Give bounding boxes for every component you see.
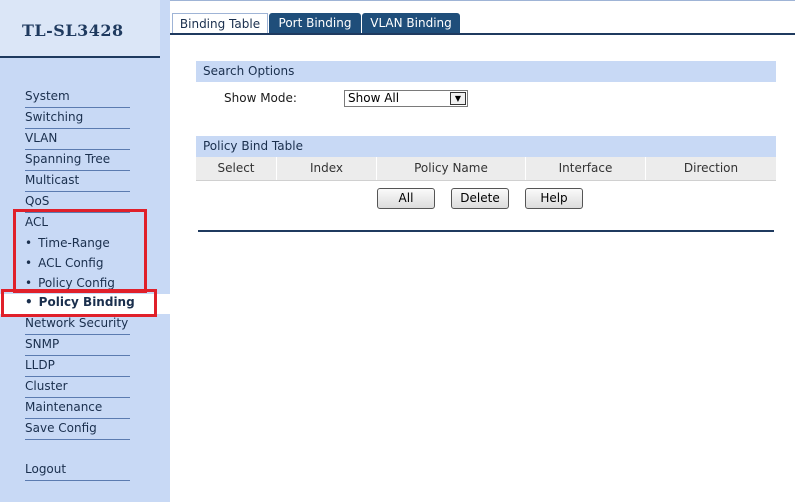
sidebar-item-acl[interactable]: ACL bbox=[25, 214, 130, 234]
table-header-row: Select Index Policy Name Interface Direc… bbox=[196, 157, 776, 181]
device-model-title: TL-SL3428 bbox=[22, 21, 124, 40]
logo-area: TL-SL3428 bbox=[0, 0, 160, 58]
tab-port-binding[interactable]: Port Binding bbox=[269, 13, 361, 34]
column-header-index: Index bbox=[277, 157, 377, 180]
sidebar-item-spanning-tree[interactable]: Spanning Tree bbox=[25, 151, 130, 171]
bullet-icon: • bbox=[25, 236, 33, 250]
sidebar-item-lldp[interactable]: LLDP bbox=[25, 357, 130, 377]
bullet-icon: • bbox=[25, 276, 33, 290]
sidebar-subitem-label: Time-Range bbox=[38, 236, 110, 250]
sidebar: TL-SL3428 System Switching VLAN Spanning… bbox=[0, 0, 170, 502]
tabbar-rule bbox=[170, 33, 795, 35]
sidebar-item-maintenance[interactable]: Maintenance bbox=[25, 399, 130, 419]
help-button[interactable]: Help bbox=[525, 188, 583, 209]
show-mode-label: Show Mode: bbox=[224, 91, 297, 105]
show-mode-value: Show All bbox=[348, 91, 400, 105]
sidebar-subitem-policy-config[interactable]: • Policy Config bbox=[25, 275, 130, 295]
sidebar-item-switching[interactable]: Switching bbox=[25, 109, 130, 129]
chevron-down-icon[interactable]: ▼ bbox=[450, 92, 466, 105]
sidebar-subitem-label: Policy Config bbox=[38, 276, 115, 290]
sidebar-item-save-config[interactable]: Save Config bbox=[25, 420, 130, 440]
logout-link[interactable]: Logout bbox=[25, 461, 130, 481]
all-button[interactable]: All bbox=[377, 188, 435, 209]
tabbar-top-rule bbox=[170, 0, 795, 1]
sidebar-subitem-acl-config[interactable]: • ACL Config bbox=[25, 255, 130, 275]
column-header-direction: Direction bbox=[683, 161, 739, 175]
sidebar-item-network-security[interactable]: Network Security bbox=[25, 315, 130, 335]
policy-bind-table-header: Policy Bind Table bbox=[196, 136, 776, 157]
column-header-select: Select bbox=[196, 157, 277, 180]
sidebar-item-multicast[interactable]: Multicast bbox=[25, 172, 130, 192]
sidebar-subitem-label: Policy Binding bbox=[38, 295, 135, 309]
sidebar-item-qos[interactable]: QoS bbox=[25, 193, 130, 213]
tab-vlan-binding[interactable]: VLAN Binding bbox=[362, 13, 460, 34]
sidebar-item-system[interactable]: System bbox=[25, 88, 130, 108]
bullet-icon: • bbox=[25, 256, 33, 270]
sidebar-item-vlan[interactable]: VLAN bbox=[25, 130, 130, 150]
bullet-icon: • bbox=[25, 295, 33, 309]
sidebar-subitem-policy-binding[interactable]: • Policy Binding bbox=[0, 294, 170, 314]
sidebar-subitem-label: ACL Config bbox=[38, 256, 104, 270]
column-header-policy-name: Policy Name bbox=[377, 157, 526, 180]
delete-button[interactable]: Delete bbox=[451, 188, 509, 209]
search-options-header: Search Options bbox=[196, 61, 776, 82]
show-mode-select[interactable]: Show All ▼ bbox=[344, 90, 468, 107]
sidebar-item-snmp[interactable]: SNMP bbox=[25, 336, 130, 356]
column-header-interface: Interface bbox=[526, 157, 646, 180]
tab-binding-table[interactable]: Binding Table bbox=[172, 13, 268, 35]
bottom-divider bbox=[198, 230, 774, 232]
sidebar-subitem-time-range[interactable]: • Time-Range bbox=[25, 235, 130, 255]
sidebar-item-cluster[interactable]: Cluster bbox=[25, 378, 130, 398]
